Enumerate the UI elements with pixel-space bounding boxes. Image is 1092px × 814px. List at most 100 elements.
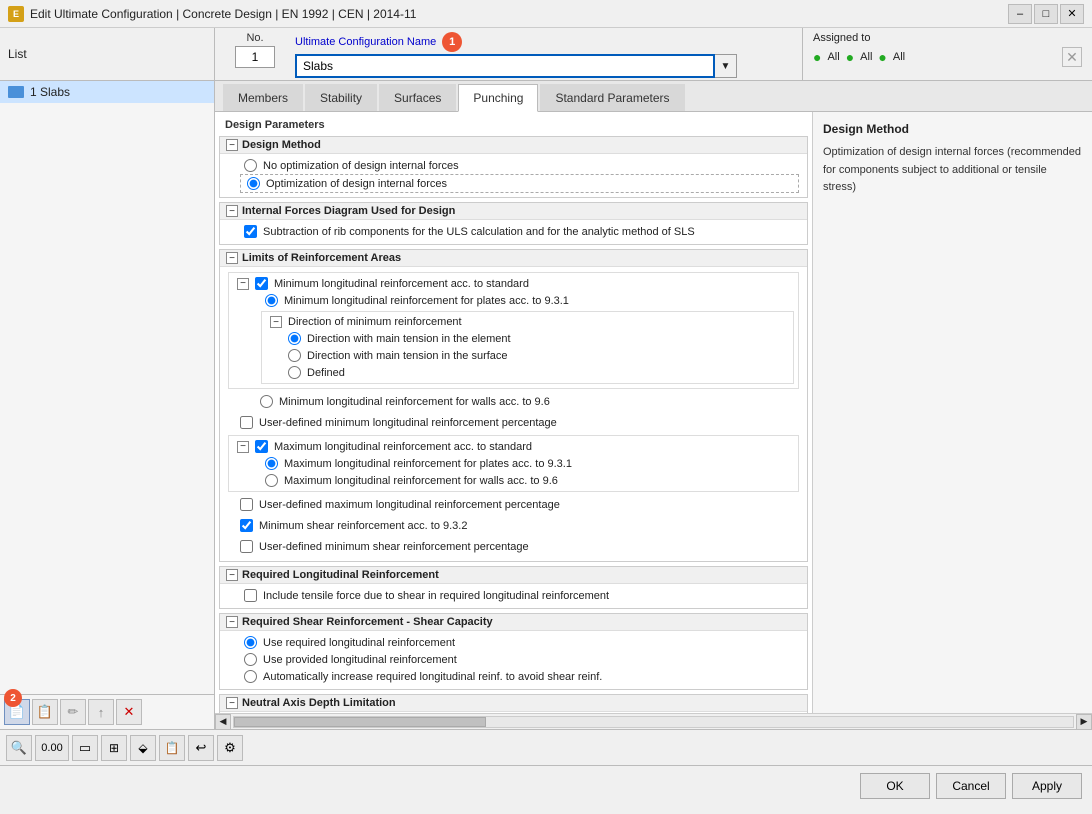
radio-no-opt[interactable]	[244, 159, 257, 172]
frame-button[interactable]: ▭	[72, 735, 98, 761]
internal-forces-collapse[interactable]: −	[226, 205, 238, 217]
scroll-track[interactable]	[233, 716, 1074, 728]
min-shear-label: Minimum shear reinforcement acc. to 9.3.…	[259, 520, 467, 532]
cancel-button[interactable]: Cancel	[936, 773, 1006, 799]
radio-dir-defined[interactable]	[288, 366, 301, 379]
param-row: User-defined minimum longitudinal reinfo…	[236, 414, 791, 431]
subtraction-label: Subtraction of rib components for the UL…	[263, 226, 695, 238]
assigned-dot-1: ●	[813, 49, 821, 65]
radio-use-req[interactable]	[244, 636, 257, 649]
close-button[interactable]: ✕	[1060, 4, 1084, 24]
tab-members[interactable]: Members	[223, 84, 303, 111]
dir-surface-label: Direction with main tension in the surfa…	[307, 350, 508, 362]
limits-collapse[interactable]: −	[226, 252, 238, 264]
param-row: Use provided longitudinal reinforcement	[240, 651, 799, 668]
config-no-input[interactable]	[235, 46, 275, 68]
cb-user-max[interactable]	[240, 498, 253, 511]
design-parameters-header: Design Parameters	[219, 116, 808, 134]
info-text: Optimization of design internal forces (…	[823, 144, 1082, 197]
cb-min-shear[interactable]	[240, 519, 253, 532]
radio-use-prov[interactable]	[244, 653, 257, 666]
direction-label: Direction of minimum reinforcement	[288, 316, 462, 328]
cb-user-min[interactable]	[240, 416, 253, 429]
param-row: Defined	[284, 364, 789, 381]
tab-surfaces[interactable]: Surfaces	[379, 84, 456, 111]
cb-subtraction[interactable]	[244, 225, 257, 238]
minimize-button[interactable]: –	[1008, 4, 1032, 24]
internal-forces-label: Internal Forces Diagram Used for Design	[242, 205, 455, 217]
undo-button[interactable]: ↩	[188, 735, 214, 761]
radio-dir-element[interactable]	[288, 332, 301, 345]
search-button[interactable]: 🔍	[6, 735, 32, 761]
list-item-slabs[interactable]: 1 Slabs	[0, 81, 214, 103]
req-shear-collapse[interactable]: −	[226, 616, 238, 628]
param-row: Use required longitudinal reinforcement	[240, 634, 799, 651]
info-title: Design Method	[823, 122, 1082, 136]
param-row: Minimum longitudinal reinforcement for p…	[261, 292, 794, 309]
param-row: Maximum longitudinal reinforcement for p…	[261, 455, 794, 472]
req-long-collapse[interactable]: −	[226, 569, 238, 581]
config-name-input[interactable]	[295, 54, 715, 78]
direction-collapse[interactable]: −	[270, 316, 282, 328]
value-display[interactable]: 0.00	[35, 735, 69, 761]
tab-stability[interactable]: Stability	[305, 84, 377, 111]
auto-increase-label: Automatically increase required longitud…	[263, 671, 602, 683]
app-icon: E	[8, 6, 24, 22]
min-walls-label: Minimum longitudinal reinforcement for w…	[279, 396, 550, 408]
design-method-collapse[interactable]: −	[226, 139, 238, 151]
cb-tensile-shear[interactable]	[244, 589, 257, 602]
cb-max-long[interactable]	[255, 440, 268, 453]
radio-max-walls[interactable]	[265, 474, 278, 487]
scroll-right-arrow[interactable]: ▶	[1076, 714, 1092, 730]
neutral-axis-collapse[interactable]: −	[226, 697, 238, 709]
assigned-dot-3: ●	[878, 49, 886, 65]
param-row: Optimization of design internal forces	[240, 174, 799, 193]
maximize-button[interactable]: □	[1034, 4, 1058, 24]
max-plates-label: Maximum longitudinal reinforcement for p…	[284, 458, 572, 470]
param-row: − Minimum longitudinal reinforcement acc…	[233, 275, 794, 292]
radio-min-plates[interactable]	[265, 294, 278, 307]
content-main: Design Parameters − Design Method No opt…	[215, 112, 812, 713]
copy-config-button[interactable]: 📋	[32, 699, 58, 725]
param-row: Subtraction of rib components for the UL…	[240, 223, 799, 240]
tool-btn-4[interactable]: ⊞	[101, 735, 127, 761]
max-long-collapse[interactable]: −	[237, 441, 249, 453]
dir-element-label: Direction with main tension in the eleme…	[307, 333, 511, 345]
cb-user-min-shear[interactable]	[240, 540, 253, 553]
apply-button[interactable]: Apply	[1012, 773, 1082, 799]
tab-punching[interactable]: Punching	[458, 84, 538, 112]
param-row: Maximum longitudinal reinforcement for w…	[261, 472, 794, 489]
min-long-collapse[interactable]: −	[237, 278, 249, 290]
move-up-button[interactable]: ↑	[88, 699, 114, 725]
assigned-clear-button[interactable]: ✕	[1062, 47, 1082, 67]
radio-dir-surface[interactable]	[288, 349, 301, 362]
param-row: − Direction of minimum reinforcement	[266, 314, 789, 330]
assigned-to-label: Assigned to	[813, 32, 1082, 44]
config-name-label: Ultimate Configuration Name	[295, 36, 436, 48]
rename-button[interactable]: ✏	[60, 699, 86, 725]
radio-auto-increase[interactable]	[244, 670, 257, 683]
slab-icon	[8, 86, 24, 98]
max-long-label: Maximum longitudinal reinforcement acc. …	[274, 441, 532, 453]
ok-button[interactable]: OK	[860, 773, 930, 799]
info-panel: Design Method Optimization of design int…	[812, 112, 1092, 713]
cb-min-long[interactable]	[255, 277, 268, 290]
opt-label: Optimization of design internal forces	[266, 178, 447, 190]
radio-max-plates[interactable]	[265, 457, 278, 470]
copy-button[interactable]: 📋	[159, 735, 185, 761]
param-row: Direction with main tension in the eleme…	[284, 330, 789, 347]
radio-opt[interactable]	[247, 177, 260, 190]
min-long-label: Minimum longitudinal reinforcement acc. …	[274, 278, 529, 290]
bottom-toolbar: 🔍 0.00 ▭ ⊞ ⬙ 📋 ↩ ⚙	[0, 729, 1092, 765]
req-shear-label: Required Shear Reinforcement - Shear Cap…	[242, 616, 493, 628]
window-title: Edit Ultimate Configuration | Concrete D…	[30, 7, 416, 21]
badge-2: 2	[4, 689, 22, 707]
tab-standard-params[interactable]: Standard Parameters	[540, 84, 684, 111]
tool-btn-5[interactable]: ⬙	[130, 735, 156, 761]
delete-button[interactable]: ✕	[116, 699, 142, 725]
list-item-label: 1 Slabs	[30, 85, 70, 99]
config-name-dropdown[interactable]: ▼	[715, 54, 737, 78]
settings-button[interactable]: ⚙	[217, 735, 243, 761]
scroll-left-arrow[interactable]: ◀	[215, 714, 231, 730]
radio-min-walls[interactable]	[260, 395, 273, 408]
